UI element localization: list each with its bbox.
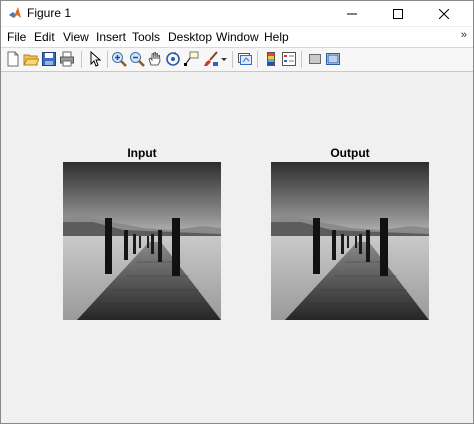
menu-desktop[interactable]: Desktop [168, 30, 212, 44]
menu-file[interactable]: File [7, 30, 26, 44]
toolbar-separator [232, 51, 233, 68]
zoom-in-button[interactable] [111, 51, 127, 67]
maximize-icon [393, 8, 403, 19]
title-bar[interactable]: Figure 1 [1, 1, 473, 26]
matlab-logo-icon [9, 7, 21, 18]
save-icon [42, 52, 56, 66]
brush-icon [204, 51, 218, 66]
pointer-icon [90, 51, 102, 67]
close-button[interactable] [421, 1, 467, 26]
toolbar-separator [107, 51, 108, 68]
print-button[interactable] [59, 51, 75, 67]
menu-tools[interactable]: Tools [132, 30, 160, 44]
show-plot-tools-icon [326, 53, 340, 65]
figure-toolbar [1, 47, 473, 72]
brush-dropdown-icon [221, 58, 227, 61]
colorbar-button[interactable] [263, 51, 279, 67]
close-icon [439, 8, 449, 19]
link-plot-button[interactable] [237, 51, 253, 67]
menu-overflow-button[interactable]: » [461, 29, 467, 41]
menu-view[interactable]: View [63, 30, 89, 44]
menu-window[interactable]: Window [216, 30, 259, 44]
data-cursor-icon [184, 51, 199, 66]
menu-help[interactable]: Help [264, 30, 289, 44]
zoom-out-icon [130, 52, 145, 67]
output-image[interactable] [271, 162, 429, 320]
menu-bar: File Edit View Insert Tools Desktop Wind… [1, 27, 473, 47]
window-title: Figure 1 [27, 6, 72, 20]
output-axes-title: Output [330, 146, 370, 160]
toolbar-separator [301, 51, 302, 68]
show-plot-tools-button[interactable] [325, 51, 341, 67]
zoom-out-button[interactable] [129, 51, 145, 67]
input-image[interactable] [63, 162, 221, 320]
link-plot-icon [238, 53, 252, 65]
brush-dropdown-button[interactable] [220, 51, 228, 67]
menu-insert[interactable]: Insert [96, 30, 126, 44]
hide-plot-tools-button[interactable] [307, 51, 323, 67]
legend-button[interactable] [281, 51, 297, 67]
open-file-icon [23, 54, 39, 66]
toolbar-separator [257, 51, 258, 68]
new-figure-icon [7, 51, 19, 67]
pan-button[interactable] [147, 51, 163, 67]
colorbar-icon [267, 52, 275, 66]
edit-plot-button[interactable] [87, 51, 103, 67]
print-icon [60, 51, 74, 67]
rotate-3d-button[interactable] [165, 51, 181, 67]
minimize-button[interactable] [329, 1, 375, 26]
zoom-in-icon [112, 52, 127, 67]
maximize-button[interactable] [375, 1, 421, 26]
pan-icon [148, 51, 161, 66]
data-cursor-button[interactable] [183, 51, 199, 67]
menu-edit[interactable]: Edit [34, 30, 55, 44]
open-file-button[interactable] [23, 51, 39, 67]
figure-window: Figure 1 File Edit View Insert Tools Des… [0, 0, 474, 424]
rotate-3d-icon [166, 52, 180, 66]
save-button[interactable] [41, 51, 57, 67]
legend-icon [282, 52, 296, 66]
new-figure-button[interactable] [5, 51, 21, 67]
brush-button[interactable] [203, 51, 219, 67]
toolbar-separator [81, 51, 82, 68]
minimize-icon [347, 13, 357, 14]
input-axes-title: Input [127, 146, 157, 160]
hide-plot-tools-icon [309, 54, 321, 64]
